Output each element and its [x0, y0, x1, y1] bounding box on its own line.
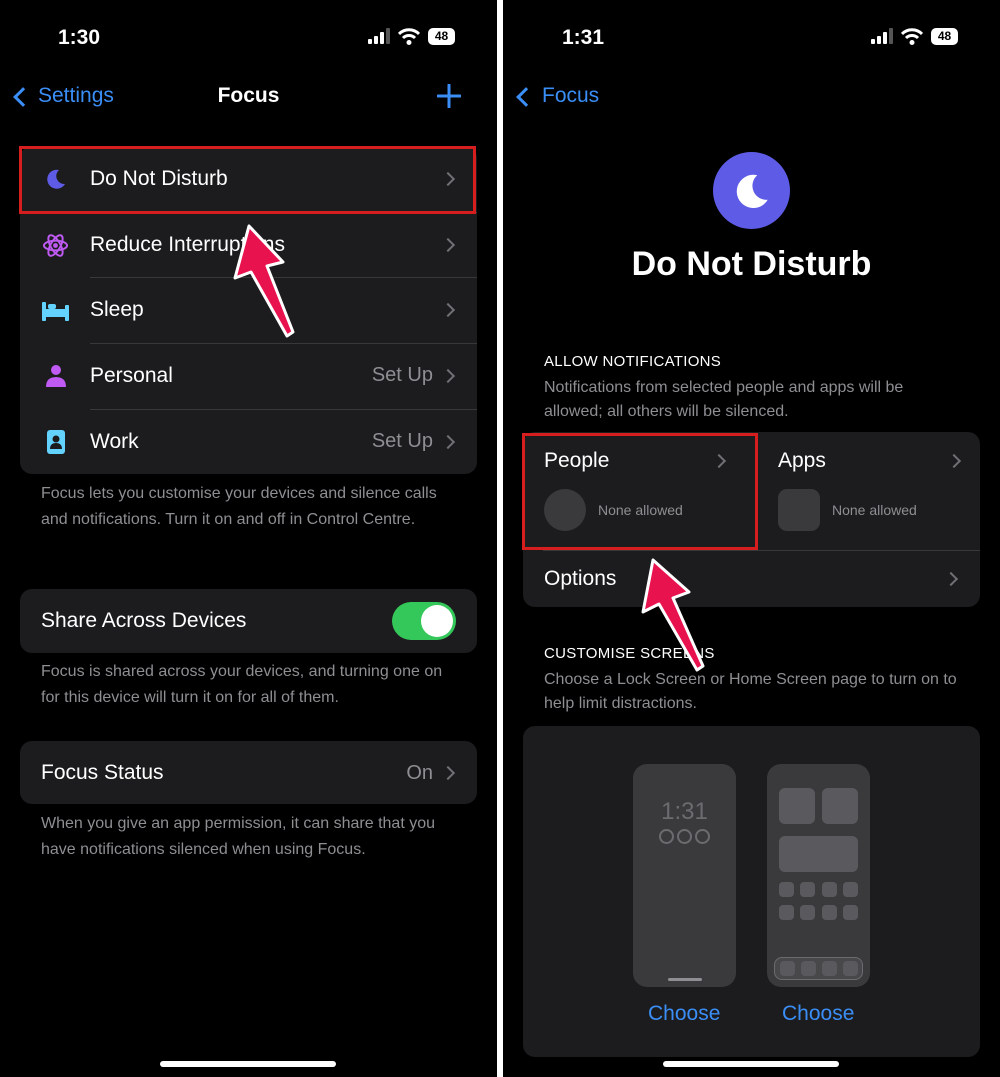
back-label: Focus	[542, 84, 600, 107]
page-title: Focus	[217, 84, 280, 107]
row-label: Share Across Devices	[41, 609, 247, 632]
battery-icon: 48	[428, 28, 455, 45]
battery-icon: 48	[931, 28, 958, 45]
app-tile	[800, 882, 815, 897]
person-icon	[46, 365, 66, 387]
home-indicator	[663, 1061, 839, 1067]
app-tile	[822, 905, 837, 920]
app-tile	[843, 882, 858, 897]
status-footer-text: When you give an app permission, it can …	[41, 815, 435, 858]
app-tile	[779, 905, 794, 920]
arrow-annotation-icon	[233, 224, 295, 338]
chevron-right-icon	[943, 571, 959, 587]
home-screen-preview[interactable]	[767, 764, 870, 987]
widget-tile	[822, 788, 858, 824]
options-row[interactable]: Options	[523, 551, 980, 607]
highlight-box	[522, 433, 758, 550]
arrow-annotation-icon	[641, 558, 705, 672]
widget-circle	[695, 829, 710, 844]
chevron-right-icon	[440, 237, 456, 253]
lock-screen-time: 1:31	[661, 798, 708, 825]
allow-description: Notifications from selected people and a…	[544, 379, 904, 420]
chevron-right-icon	[440, 302, 456, 318]
chevron-left-icon	[516, 87, 536, 107]
widget-tile	[779, 788, 815, 824]
apps-tile[interactable]: Apps None allowed	[758, 432, 980, 550]
customise-screens-card: 1:31 Choose Choose	[523, 726, 980, 1057]
bed-icon	[42, 302, 69, 321]
options-label: Options	[544, 567, 617, 590]
row-label: Work	[90, 430, 139, 453]
atom-icon	[42, 234, 69, 257]
chevron-right-icon	[440, 368, 456, 384]
app-tile	[822, 882, 837, 897]
focus-settings-screen: 1:30 48 Settings Focus Do Not Disturb Re…	[0, 0, 497, 1077]
badge-icon	[47, 430, 65, 454]
status-time: 1:31	[562, 26, 605, 49]
signal-icon	[871, 28, 893, 44]
row-label: Focus Status	[41, 761, 164, 784]
apps-status: None allowed	[832, 502, 917, 518]
chevron-right-icon	[440, 434, 456, 450]
status-bar-icons: 48	[871, 28, 961, 46]
dock	[774, 957, 863, 980]
focus-status-row[interactable]: Focus Status On	[20, 741, 477, 804]
focus-footer-text: Focus lets you customise your devices an…	[41, 485, 437, 528]
widget-circle	[659, 829, 674, 844]
row-label: Sleep	[90, 298, 144, 321]
status-bar-icons: 48	[368, 28, 458, 46]
chevron-right-icon	[440, 765, 456, 781]
status-time: 1:30	[58, 26, 101, 49]
signal-icon	[368, 28, 390, 44]
row-value: On	[406, 762, 433, 784]
wifi-icon	[901, 28, 923, 45]
widget-circle	[677, 829, 692, 844]
lock-screen-preview[interactable]: 1:31	[633, 764, 736, 987]
lock-screen-home-bar	[668, 978, 702, 981]
add-button[interactable]	[437, 84, 461, 108]
list-item-work[interactable]: Work Set Up	[20, 409, 477, 475]
choose-lock-screen-button[interactable]: Choose	[648, 1002, 720, 1026]
app-tile	[779, 882, 794, 897]
moon-icon	[736, 174, 768, 209]
home-indicator	[160, 1061, 336, 1067]
app-tile	[800, 905, 815, 920]
apps-icon-placeholder	[778, 489, 820, 531]
apps-label: Apps	[778, 449, 826, 472]
share-toggle[interactable]	[392, 602, 456, 640]
chevron-right-icon	[946, 453, 962, 469]
highlight-box	[19, 146, 476, 214]
allow-heading: ALLOW NOTIFICATIONS	[544, 353, 722, 370]
wifi-icon	[398, 28, 420, 45]
row-label: Personal	[90, 364, 173, 387]
widget-tile-wide	[779, 836, 858, 872]
customise-description: Choose a Lock Screen or Home Screen page…	[544, 671, 957, 712]
focus-title: Do Not Disturb	[631, 245, 872, 283]
row-value: Set Up	[371, 364, 433, 386]
choose-home-screen-button[interactable]: Choose	[782, 1002, 854, 1026]
dnd-badge	[713, 152, 790, 229]
app-tile	[843, 905, 858, 920]
list-item-personal[interactable]: Personal Set Up	[20, 343, 477, 409]
share-footer-text: Focus is shared across your devices, and…	[41, 663, 443, 706]
toggle-knob	[421, 605, 453, 637]
row-value: Set Up	[371, 430, 433, 452]
do-not-disturb-screen: 1:31 48 Focus Do Not Disturb ALLOW NOTIF…	[503, 0, 1000, 1077]
share-across-devices-row: Share Across Devices	[20, 589, 477, 653]
